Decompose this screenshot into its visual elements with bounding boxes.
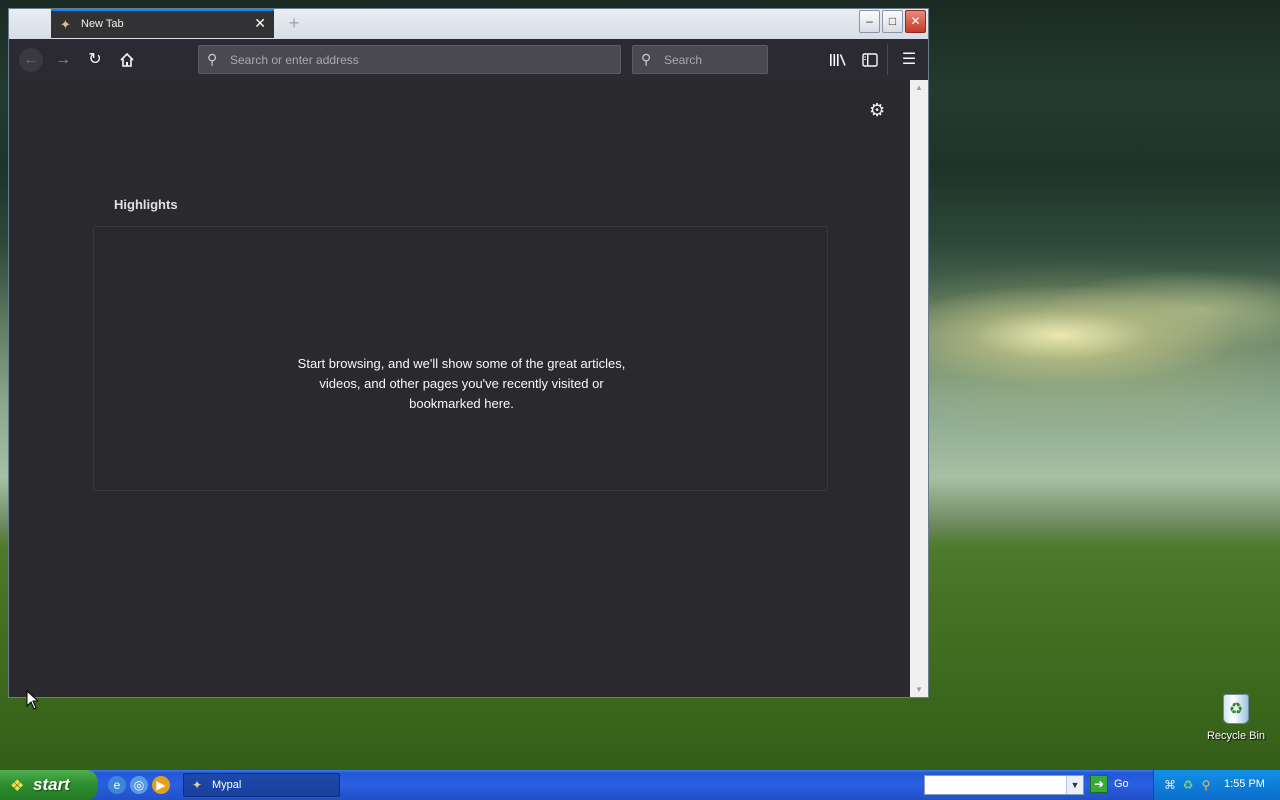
highlights-empty-message: Start browsing, and we'll show some of t…: [297, 356, 626, 411]
start-label: start: [33, 775, 70, 794]
mypal-icon: ✦: [192, 778, 203, 792]
minimize-button[interactable]: –: [859, 10, 880, 33]
reload-button[interactable]: ↻: [83, 48, 107, 72]
taskbar-address-input[interactable]: ▼: [924, 775, 1084, 795]
explorer-icon[interactable]: ◎: [130, 776, 148, 794]
scroll-up-icon[interactable]: ▲: [914, 83, 924, 92]
start-button[interactable]: ❖ start: [0, 770, 98, 800]
maximize-button[interactable]: □: [882, 10, 903, 33]
new-tab-page: ⚙ Highlights Start browsing, and we'll s…: [9, 80, 910, 697]
browser-window: ✦ New Tab ✕ + – □ ✕ ← → ↻ ⚲ Search or en…: [8, 8, 929, 698]
toolbar-separator: [887, 44, 888, 75]
home-icon: [120, 52, 134, 67]
network-icon[interactable]: ⌘: [1162, 777, 1178, 793]
search-icon: ⚲: [207, 51, 218, 67]
navigation-toolbar: ← → ↻ ⚲ Search or enter address ⚲ Search: [9, 39, 928, 80]
url-bar[interactable]: ⚲ Search or enter address: [198, 45, 621, 74]
go-label: Go: [1114, 778, 1129, 790]
update-icon[interactable]: ♻: [1180, 777, 1196, 793]
taskbar: ❖ start e ◎ ▶ ✦ Mypal ▼ ➜ Go ⌘ ♻ ⚲ 1:55 …: [0, 770, 1280, 800]
search-icon[interactable]: ⚲: [1198, 777, 1214, 793]
library-icon: [830, 54, 846, 66]
sidebar-button[interactable]: [858, 48, 882, 72]
sidebar-icon: [862, 53, 878, 67]
tab-title: New Tab: [81, 18, 124, 30]
vertical-scrollbar[interactable]: ▲ ▼: [910, 80, 928, 697]
tab-bar: ✦ New Tab ✕ + – □ ✕: [9, 9, 928, 39]
taskbar-item-mypal[interactable]: ✦ Mypal: [183, 773, 340, 797]
recycle-bin[interactable]: ♻ Recycle Bin: [1203, 694, 1269, 742]
open-menu-button[interactable]: ☰: [897, 48, 921, 72]
search-bar[interactable]: ⚲ Search: [632, 45, 768, 74]
go-button[interactable]: ➜ Go: [1090, 775, 1150, 795]
search-icon: ⚲: [641, 51, 652, 67]
windows-logo-icon: ❖: [10, 778, 25, 795]
taskbar-item-label: Mypal: [212, 779, 242, 791]
clock[interactable]: 1:55 PM: [1224, 778, 1265, 790]
go-arrow-icon: ➜: [1090, 775, 1108, 793]
library-button[interactable]: [826, 48, 850, 72]
forward-button[interactable]: →: [51, 48, 75, 72]
recycle-bin-label: Recycle Bin: [1206, 730, 1266, 742]
hamburger-menu-icon: ☰: [901, 51, 917, 68]
recycle-bin-icon: ♻: [1223, 694, 1249, 724]
reload-icon: ↻: [88, 51, 102, 68]
url-input[interactable]: Search or enter address: [230, 53, 359, 67]
search-input[interactable]: Search: [664, 53, 702, 67]
highlights-empty-state: Start browsing, and we'll show some of t…: [93, 226, 828, 491]
chevron-down-icon[interactable]: ▼: [1066, 776, 1083, 794]
arrow-right-icon: →: [55, 51, 71, 68]
media-player-icon[interactable]: ▶: [152, 776, 170, 794]
system-tray: ⌘ ♻ ⚲ 1:55 PM: [1153, 770, 1280, 800]
back-button[interactable]: ←: [19, 48, 43, 72]
tab-new-tab[interactable]: ✦ New Tab ✕: [51, 9, 274, 38]
arrow-left-icon: ←: [23, 51, 39, 68]
mypal-favicon-icon: ✦: [60, 17, 71, 32]
home-button[interactable]: [115, 48, 139, 72]
tab-close-icon[interactable]: ✕: [254, 15, 266, 32]
new-tab-button[interactable]: +: [283, 12, 305, 34]
internet-explorer-icon[interactable]: e: [108, 776, 126, 794]
close-window-button[interactable]: ✕: [905, 10, 926, 33]
scroll-down-icon[interactable]: ▼: [914, 685, 924, 694]
gear-icon[interactable]: ⚙: [869, 100, 885, 121]
highlights-heading[interactable]: Highlights: [114, 197, 178, 212]
